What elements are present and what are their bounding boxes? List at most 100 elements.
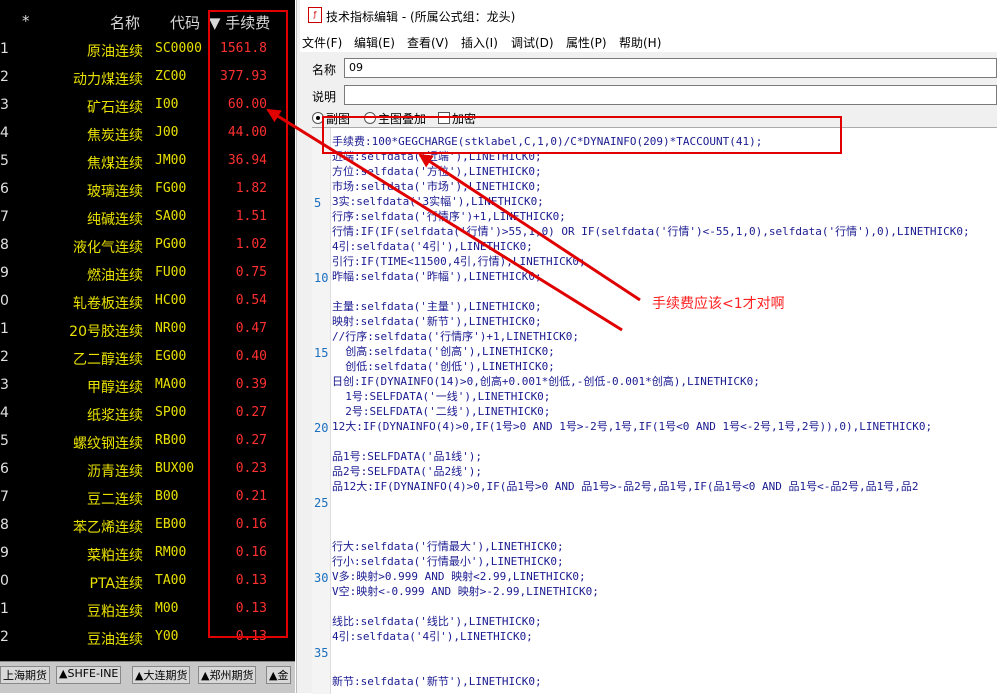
desc-label: 说明	[312, 90, 337, 104]
window-title: 技术指标编辑 - (所属公式组：龙头)	[326, 10, 516, 24]
line-number: 35	[314, 646, 329, 660]
row-number: 0	[0, 293, 9, 309]
name-field[interactable]: 09	[344, 58, 997, 78]
instrument-code: HC00	[155, 293, 187, 308]
code-line: 创低:selfdata('创低'),LINETHICK0;	[332, 360, 555, 373]
tab-shfe-ine[interactable]: ▲SHFE-INE	[56, 666, 122, 684]
menu-bar: 文件(F) 编辑(E) 查看(V) 插入(I) 调试(D) 属性(P) 帮助(H…	[300, 30, 997, 52]
tab-shfe[interactable]: 上海期货	[0, 666, 50, 684]
desc-field[interactable]	[344, 85, 997, 105]
line-number: 5	[314, 196, 322, 210]
menu-file[interactable]: 文件(F)	[302, 34, 342, 51]
menu-view[interactable]: 查看(V)	[407, 34, 449, 51]
instrument-code: BUX00	[155, 461, 195, 476]
fee-formula-highlight	[322, 116, 842, 154]
tab-dce[interactable]: ▲大连期货	[132, 666, 191, 684]
row-number: 7	[0, 209, 9, 225]
instrument-name: 焦煤连续	[87, 156, 143, 172]
quote-list-panel: * 名称 代码 ▼ 手续费 1 原油连续 SC0000 1561.8 2 动力煤连续 ZC0…	[0, 0, 295, 693]
instrument-code: SA00	[155, 209, 187, 224]
instrument-code: RM00	[155, 545, 187, 560]
col-name[interactable]: 名称	[110, 12, 140, 33]
instrument-name: 动力煤连续	[73, 72, 143, 88]
instrument-code: EB00	[155, 517, 187, 532]
instrument-name: 燃油连续	[87, 268, 143, 284]
formula-code-editor[interactable]: 5 10 15 20 25 30 35 手续费:100*GEGCHARGE(stklabel…	[312, 127, 997, 694]
col-star[interactable]: *	[22, 12, 30, 30]
instrument-code: SP00	[155, 405, 187, 420]
code-line: 4引:selfdata('4引'),LINETHICK0;	[332, 630, 533, 643]
row-number: 5	[0, 433, 9, 449]
row-number: 3	[0, 97, 9, 113]
instrument-code: NR00	[155, 321, 187, 336]
code-line: 品12大:IF(DYNAINFO(4)>0,IF(品1号>0 AND 品1号>-…	[332, 480, 919, 493]
row-number: 4	[0, 405, 9, 421]
fee-column-highlight	[208, 10, 288, 638]
row-number: 7	[0, 489, 9, 505]
instrument-name: 沥青连续	[87, 464, 143, 480]
instrument-name: 原油连续	[87, 44, 143, 60]
instrument-name: 苯乙烯连续	[73, 520, 143, 536]
code-line: 昨幅:selfdata('昨幅'),LINETHICK0;	[332, 270, 542, 283]
row-number: 5	[0, 153, 9, 169]
code-line: 创高:selfdata('创高'),LINETHICK0;	[332, 345, 555, 358]
line-number: 15	[314, 346, 329, 360]
row-number: 6	[0, 181, 9, 197]
row-number: 2	[0, 349, 9, 365]
code-line: 品1号:SELFDATA('品1线');	[332, 450, 482, 463]
instrument-code: MA00	[155, 377, 187, 392]
code-line: 行序:selfdata('行情序')+1,LINETHICK0;	[332, 210, 566, 223]
instrument-name: 焦炭连续	[87, 128, 143, 144]
code-line: 方位:selfdata('方位'),LINETHICK0;	[332, 165, 542, 178]
code-line: 1号:SELFDATA('一线'),LINETHICK0;	[332, 390, 551, 403]
col-code[interactable]: 代码	[170, 12, 200, 33]
code-line: V多:映射>0.999 AND 映射<2.99,LINETHICK0;	[332, 570, 586, 583]
instrument-code: Y00	[155, 629, 179, 644]
code-line: 映射:selfdata('新节'),LINETHICK0;	[332, 315, 542, 328]
line-number: 25	[314, 496, 329, 510]
row-number: 2	[0, 69, 9, 85]
instrument-name: 纯碱连续	[87, 212, 143, 228]
instrument-name: PTA连续	[89, 576, 143, 592]
tab-more[interactable]: ▲金	[266, 666, 292, 684]
menu-help[interactable]: 帮助(H)	[619, 34, 661, 51]
line-number: 10	[314, 271, 329, 285]
instrument-code: SC0000	[155, 41, 202, 56]
row-number: 9	[0, 265, 9, 281]
row-number: 3	[0, 377, 9, 393]
menu-edit[interactable]: 编辑(E)	[354, 34, 395, 51]
menu-insert[interactable]: 插入(I)	[461, 34, 498, 51]
title-bar: ƒ 技术指标编辑 - (所属公式组：龙头)	[300, 0, 997, 30]
row-number: 8	[0, 237, 9, 253]
code-line: 行大:selfdata('行情最大'),LINETHICK0;	[332, 540, 564, 553]
instrument-code: FG00	[155, 181, 187, 196]
row-number: 0	[0, 573, 9, 589]
instrument-name: 矿石连续	[87, 100, 143, 116]
code-line: 3实:selfdata('3实幅'),LINETHICK0;	[332, 195, 544, 208]
instrument-name: 轧卷板连续	[73, 296, 143, 312]
code-line: 日创:IF(DYNAINFO(14)>0,创高+0.001*创低,-创低-0.0…	[332, 375, 760, 388]
code-line: 品2号:SELFDATA('品2线');	[332, 465, 482, 478]
line-number: 20	[314, 421, 329, 435]
instrument-name: 豆油连续	[87, 632, 143, 648]
code-line: //行序:selfdata('行情序')+1,LINETHICK0;	[332, 330, 580, 343]
row-number: 4	[0, 125, 9, 141]
menu-debug[interactable]: 调试(D)	[511, 34, 554, 51]
instrument-code: FU00	[155, 265, 187, 280]
line-number-gutter: 5 10 15 20 25 30 35	[312, 128, 331, 694]
menu-properties[interactable]: 属性(P)	[566, 34, 607, 51]
market-tabs: 上海期货 ▲SHFE-INE ▲大连期货 ▲郑州期货 ▲金	[0, 661, 295, 693]
code-line: 行情:IF(IF(selfdata('行情')>55,1,0) OR IF(se…	[332, 225, 970, 238]
row-number: 1	[0, 41, 9, 57]
code-line: 2号:SELFDATA('二线'),LINETHICK0;	[332, 405, 551, 418]
row-number: 1	[0, 601, 9, 617]
instrument-code: B00	[155, 489, 179, 504]
tab-czce[interactable]: ▲郑州期货	[198, 666, 257, 684]
code-line: 新节:selfdata('新节'),LINETHICK0;	[332, 675, 542, 688]
instrument-code: I00	[155, 97, 179, 112]
row-number: 6	[0, 461, 9, 477]
instrument-code: JM00	[155, 153, 187, 168]
code-line: 4引:selfdata('4引'),LINETHICK0;	[332, 240, 533, 253]
instrument-name: 螺纹钢连续	[73, 436, 143, 452]
instrument-code: RB00	[155, 433, 187, 448]
